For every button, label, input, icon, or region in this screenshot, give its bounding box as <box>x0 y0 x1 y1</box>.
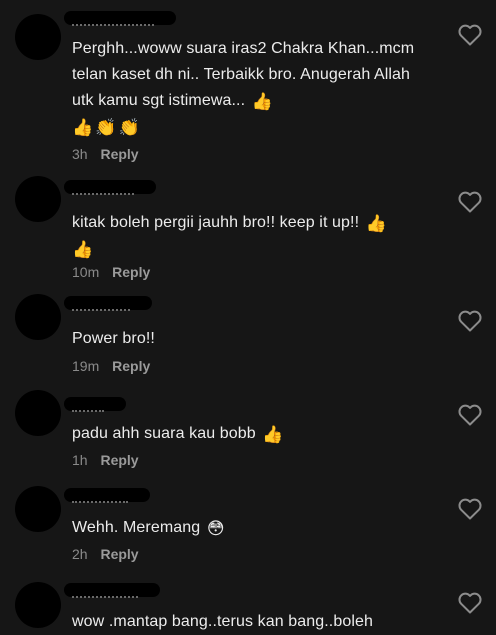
like-button[interactable] <box>458 24 482 46</box>
comment-time: 10m <box>72 264 100 280</box>
comment-item: Wehh. Meremang 😳 2h Reply <box>0 480 496 572</box>
username-redacted[interactable] <box>64 488 150 503</box>
heart-outline-icon <box>458 24 482 46</box>
comment-text: Wehh. Meremang 😳 <box>72 519 225 538</box>
thumbs-up-emoji: 👍 <box>262 425 284 444</box>
thumbs-up-emoji: 👍 <box>251 92 273 111</box>
avatar[interactable] <box>15 486 61 532</box>
comment-item: kitak boleh pergii jauhh bro!! keep it u… <box>0 170 496 280</box>
avatar[interactable] <box>15 390 61 436</box>
heart-outline-icon <box>458 404 482 426</box>
comment-text: padu ahh suara kau bobb 👍 <box>72 425 284 444</box>
reply-button[interactable]: Reply <box>100 546 138 562</box>
comment-item: Power bro!! 19m Reply <box>0 290 496 382</box>
comment-text: kitak boleh pergii jauhh bro!! keep it u… <box>72 214 387 259</box>
thumbs-up-emoji: 👍 <box>72 118 94 137</box>
comment-time: 19m <box>72 358 100 374</box>
clapping-hands-emoji: 👏 <box>118 118 140 137</box>
avatar[interactable] <box>15 582 61 628</box>
username-redacted[interactable] <box>64 296 152 311</box>
username-redacted[interactable] <box>64 397 126 412</box>
like-button[interactable] <box>458 310 482 332</box>
like-button[interactable] <box>458 404 482 426</box>
avatar[interactable] <box>15 176 61 222</box>
comment-time: 3h <box>72 146 88 162</box>
reply-button[interactable]: Reply <box>100 452 138 468</box>
comment-text: wow .mantap bang..terus kan bang..boleh <box>72 613 373 630</box>
like-button[interactable] <box>458 498 482 520</box>
comment-meta: 19m Reply <box>72 358 150 374</box>
comment-text: Perghh...woww suara iras2 Chakra Khan...… <box>72 40 415 137</box>
flushed-face-emoji: 😳 <box>206 519 225 538</box>
username-redacted[interactable] <box>64 11 176 26</box>
reply-button[interactable]: Reply <box>112 264 150 280</box>
comment-item: padu ahh suara kau bobb 👍 1h Reply <box>0 385 496 477</box>
comment-time: 2h <box>72 546 88 562</box>
heart-outline-icon <box>458 592 482 614</box>
heart-outline-icon <box>458 498 482 520</box>
avatar[interactable] <box>15 294 61 340</box>
like-button[interactable] <box>458 592 482 614</box>
comment-text: Power bro!! <box>72 330 155 347</box>
comment-item: wow .mantap bang..terus kan bang..boleh <box>0 576 496 634</box>
comment-item: Perghh...woww suara iras2 Chakra Khan...… <box>0 0 496 170</box>
avatar[interactable] <box>15 14 61 60</box>
comment-meta: 1h Reply <box>72 452 139 468</box>
thumbs-up-emoji: 👍 <box>365 214 387 233</box>
comment-meta: 3h Reply <box>72 146 139 162</box>
reply-button[interactable]: Reply <box>112 358 150 374</box>
username-redacted[interactable] <box>64 583 160 598</box>
reply-button[interactable]: Reply <box>100 146 138 162</box>
thumbs-up-emoji: 👍 <box>72 240 94 259</box>
comment-time: 1h <box>72 452 88 468</box>
like-button[interactable] <box>458 191 482 213</box>
heart-outline-icon <box>458 310 482 332</box>
comment-meta: 2h Reply <box>72 546 139 562</box>
comment-meta: 10m Reply <box>72 264 150 280</box>
username-redacted[interactable] <box>64 180 156 195</box>
heart-outline-icon <box>458 191 482 213</box>
clapping-hands-emoji: 👏 <box>95 118 117 137</box>
